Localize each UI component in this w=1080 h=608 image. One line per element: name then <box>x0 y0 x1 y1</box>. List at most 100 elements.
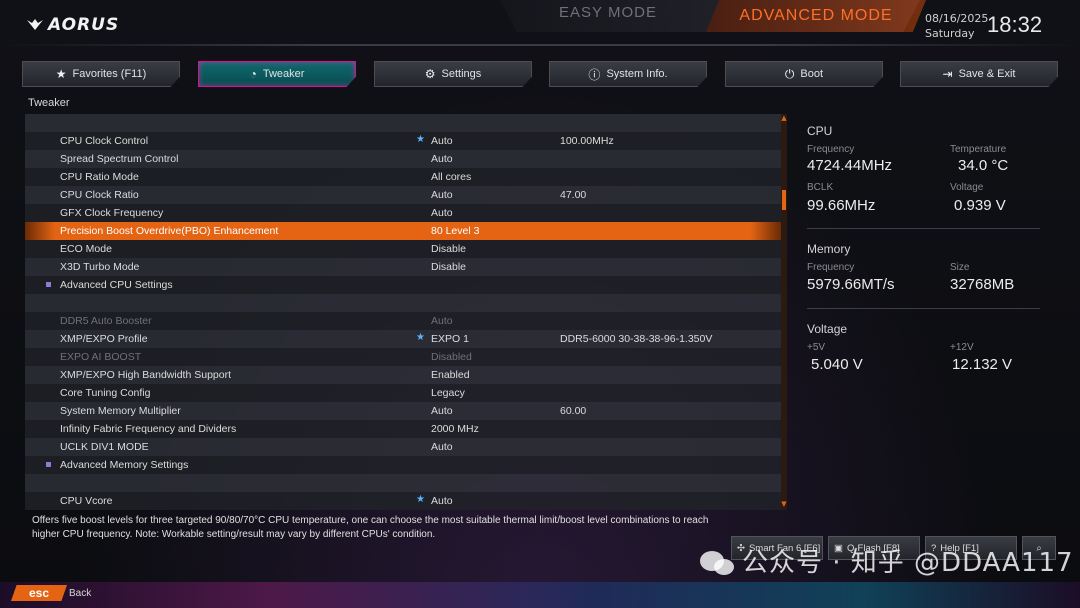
bclk-value: 99.66MHz <box>807 197 876 214</box>
tab-tweaker[interactable]: ◔ Tweaker <box>198 61 356 87</box>
setting-value[interactable]: EXPO 1 <box>431 333 469 345</box>
cpu-heading: CPU <box>807 124 833 138</box>
section-title: Tweaker <box>28 97 70 109</box>
voltage-heading: Voltage <box>807 322 848 336</box>
setting-value[interactable]: Disable <box>431 243 466 255</box>
setting-row[interactable]: UCLK DIV1 MODE Auto <box>25 438 781 456</box>
12v-value: 12.132 V <box>952 356 1013 373</box>
memory-size-value: 32768MB <box>950 276 1015 293</box>
settings-list: CPU Clock Control ★ Auto 100.00MHz Spread Sp… <box>25 114 781 510</box>
bottom-glow-bar <box>0 582 1080 608</box>
setting-name: Advanced Memory Settings <box>60 459 189 471</box>
advanced-mode-button[interactable]: ADVANCED MODE <box>706 0 926 32</box>
scrollbar[interactable] <box>781 114 787 510</box>
setting-name: XMP/EXPO High Bandwidth Support <box>60 369 232 381</box>
setting-row[interactable]: CPU Vcore ★ Auto <box>25 492 781 510</box>
top-bar: AORUS EASY MODE ADVANCED MODE 08/16/2025… <box>0 0 1080 52</box>
setting-name: CPU Ratio Mode <box>60 171 139 183</box>
setting-row[interactable]: CPU Clock Control ★ Auto 100.00MHz <box>25 132 781 150</box>
memory-size-label: Size <box>950 262 970 273</box>
setting-row[interactable]: System Memory Multiplier Auto 60.00 <box>25 402 781 420</box>
memory-frequency-value: 5979.66MT/s <box>807 276 895 293</box>
setting-row[interactable]: XMP/EXPO High Bandwidth Support Enabled <box>25 366 781 384</box>
setting-row[interactable]: ECO Mode Disable <box>25 240 781 258</box>
setting-name: DDR5 Auto Booster <box>60 315 152 327</box>
setting-value[interactable]: All cores <box>431 171 471 183</box>
back-label: Back <box>69 588 92 599</box>
easy-mode-button[interactable]: EASY MODE <box>518 4 698 28</box>
setting-value[interactable]: 2000 MHz <box>431 423 479 435</box>
cpu-voltage-label: Voltage <box>950 182 984 193</box>
setting-value[interactable]: Disable <box>431 261 466 273</box>
cpu-frequency-value: 4724.44MHz <box>807 157 893 174</box>
submenu-bullet-icon <box>46 462 51 467</box>
info-divider <box>807 308 1040 309</box>
tab-label: Settings <box>441 68 482 80</box>
memory-frequency-label: Frequency <box>807 262 855 273</box>
setting-row[interactable]: Infinity Fabric Frequency and Dividers 20… <box>25 420 781 438</box>
scroll-up-arrow-icon[interactable]: ▲ <box>781 114 787 122</box>
setting-current-value: 47.00 <box>560 189 587 201</box>
setting-value[interactable]: Legacy <box>431 387 465 399</box>
scroll-down-arrow-icon[interactable]: ▼ <box>781 500 787 508</box>
tab-label: System Info. <box>606 68 668 80</box>
setting-value[interactable]: Auto <box>431 405 453 417</box>
tab-favorites[interactable]: ★ Favorites (F11) <box>22 61 180 87</box>
setting-row[interactable]: GFX Clock Frequency Auto <box>25 204 781 222</box>
setting-value[interactable]: Auto <box>431 207 453 219</box>
tab-label: Boot <box>800 68 824 80</box>
setting-row[interactable]: CPU Clock Ratio Auto 47.00 <box>25 186 781 204</box>
setting-value[interactable]: 80 Level 3 <box>431 225 479 237</box>
watermark-text: 公众号 · 知乎 @DDAA117 <box>742 548 1074 578</box>
setting-current-value: DDR5-6000 30-38-38-96-1.350V <box>560 333 713 345</box>
favorite-star-icon[interactable]: ★ <box>416 332 425 343</box>
date-text: 08/16/2025 <box>925 12 989 25</box>
setting-value[interactable]: Auto <box>431 153 453 165</box>
setting-name: CPU Clock Ratio <box>60 189 139 201</box>
setting-row[interactable]: XMP/EXPO Profile ★ EXPO 1 DDR5-6000 30-38-3… <box>25 330 781 348</box>
setting-name: System Memory Multiplier <box>60 405 181 417</box>
power-icon: ⏻ <box>784 66 795 81</box>
favorite-star-icon[interactable]: ★ <box>416 134 425 145</box>
setting-value[interactable]: Disabled <box>431 351 472 363</box>
tab-save-exit[interactable]: ⇥ Save & Exit <box>900 61 1058 87</box>
setting-value[interactable]: Auto <box>431 315 453 327</box>
setting-value[interactable]: Auto <box>431 135 453 147</box>
tab-system-info[interactable]: ⓘ System Info. <box>549 61 707 87</box>
time-display: 18:32 <box>987 12 1043 37</box>
spacer-row <box>25 474 781 492</box>
setting-row[interactable]: DDR5 Auto Booster Auto <box>25 312 781 330</box>
setting-name: ECO Mode <box>60 243 112 255</box>
setting-row[interactable]: X3D Turbo Mode Disable <box>25 258 781 276</box>
setting-value[interactable]: Auto <box>431 495 453 507</box>
info-icon: ⓘ <box>588 67 601 82</box>
memory-heading: Memory <box>807 242 851 256</box>
setting-row[interactable]: Core Tuning Config Legacy <box>25 384 781 402</box>
setting-name: Advanced CPU Settings <box>60 279 173 291</box>
bclk-label: BCLK <box>807 182 834 193</box>
setting-row[interactable]: EXPO AI BOOST Disabled <box>25 348 781 366</box>
tab-boot[interactable]: ⏻ Boot <box>725 61 883 87</box>
spacer-row <box>25 294 781 312</box>
setting-value[interactable]: Auto <box>431 189 453 201</box>
setting-name: CPU Vcore <box>60 495 113 507</box>
gear-icon: ⚙ <box>424 67 436 81</box>
setting-row[interactable]: Advanced CPU Settings <box>25 276 781 294</box>
setting-row[interactable]: Precision Boost Overdrive(PBO) Enhanceme… <box>25 222 781 240</box>
cpu-temperature-value: 34.0 °C <box>958 157 1009 174</box>
tab-bar: ★ Favorites (F11) ◔ Tweaker ⚙ Settings ⓘ… <box>22 61 1062 87</box>
eagle-icon <box>27 19 43 30</box>
setting-row[interactable]: Spread Spectrum Control Auto <box>25 150 781 168</box>
setting-value[interactable]: Enabled <box>431 369 470 381</box>
setting-row[interactable]: CPU Ratio Mode All cores <box>25 168 781 186</box>
setting-value[interactable]: Auto <box>431 441 453 453</box>
tab-label: Favorites (F11) <box>72 68 147 80</box>
esc-button[interactable]: esc <box>11 585 67 601</box>
setting-row[interactable]: Advanced Memory Settings <box>25 456 781 474</box>
favorite-star-icon[interactable]: ★ <box>416 494 425 505</box>
scroll-thumb[interactable] <box>782 190 786 210</box>
logo-text: AORUS <box>48 15 120 35</box>
tab-settings[interactable]: ⚙ Settings <box>374 61 532 87</box>
5v-label: +5V <box>807 342 826 353</box>
setting-name: EXPO AI BOOST <box>60 351 142 363</box>
